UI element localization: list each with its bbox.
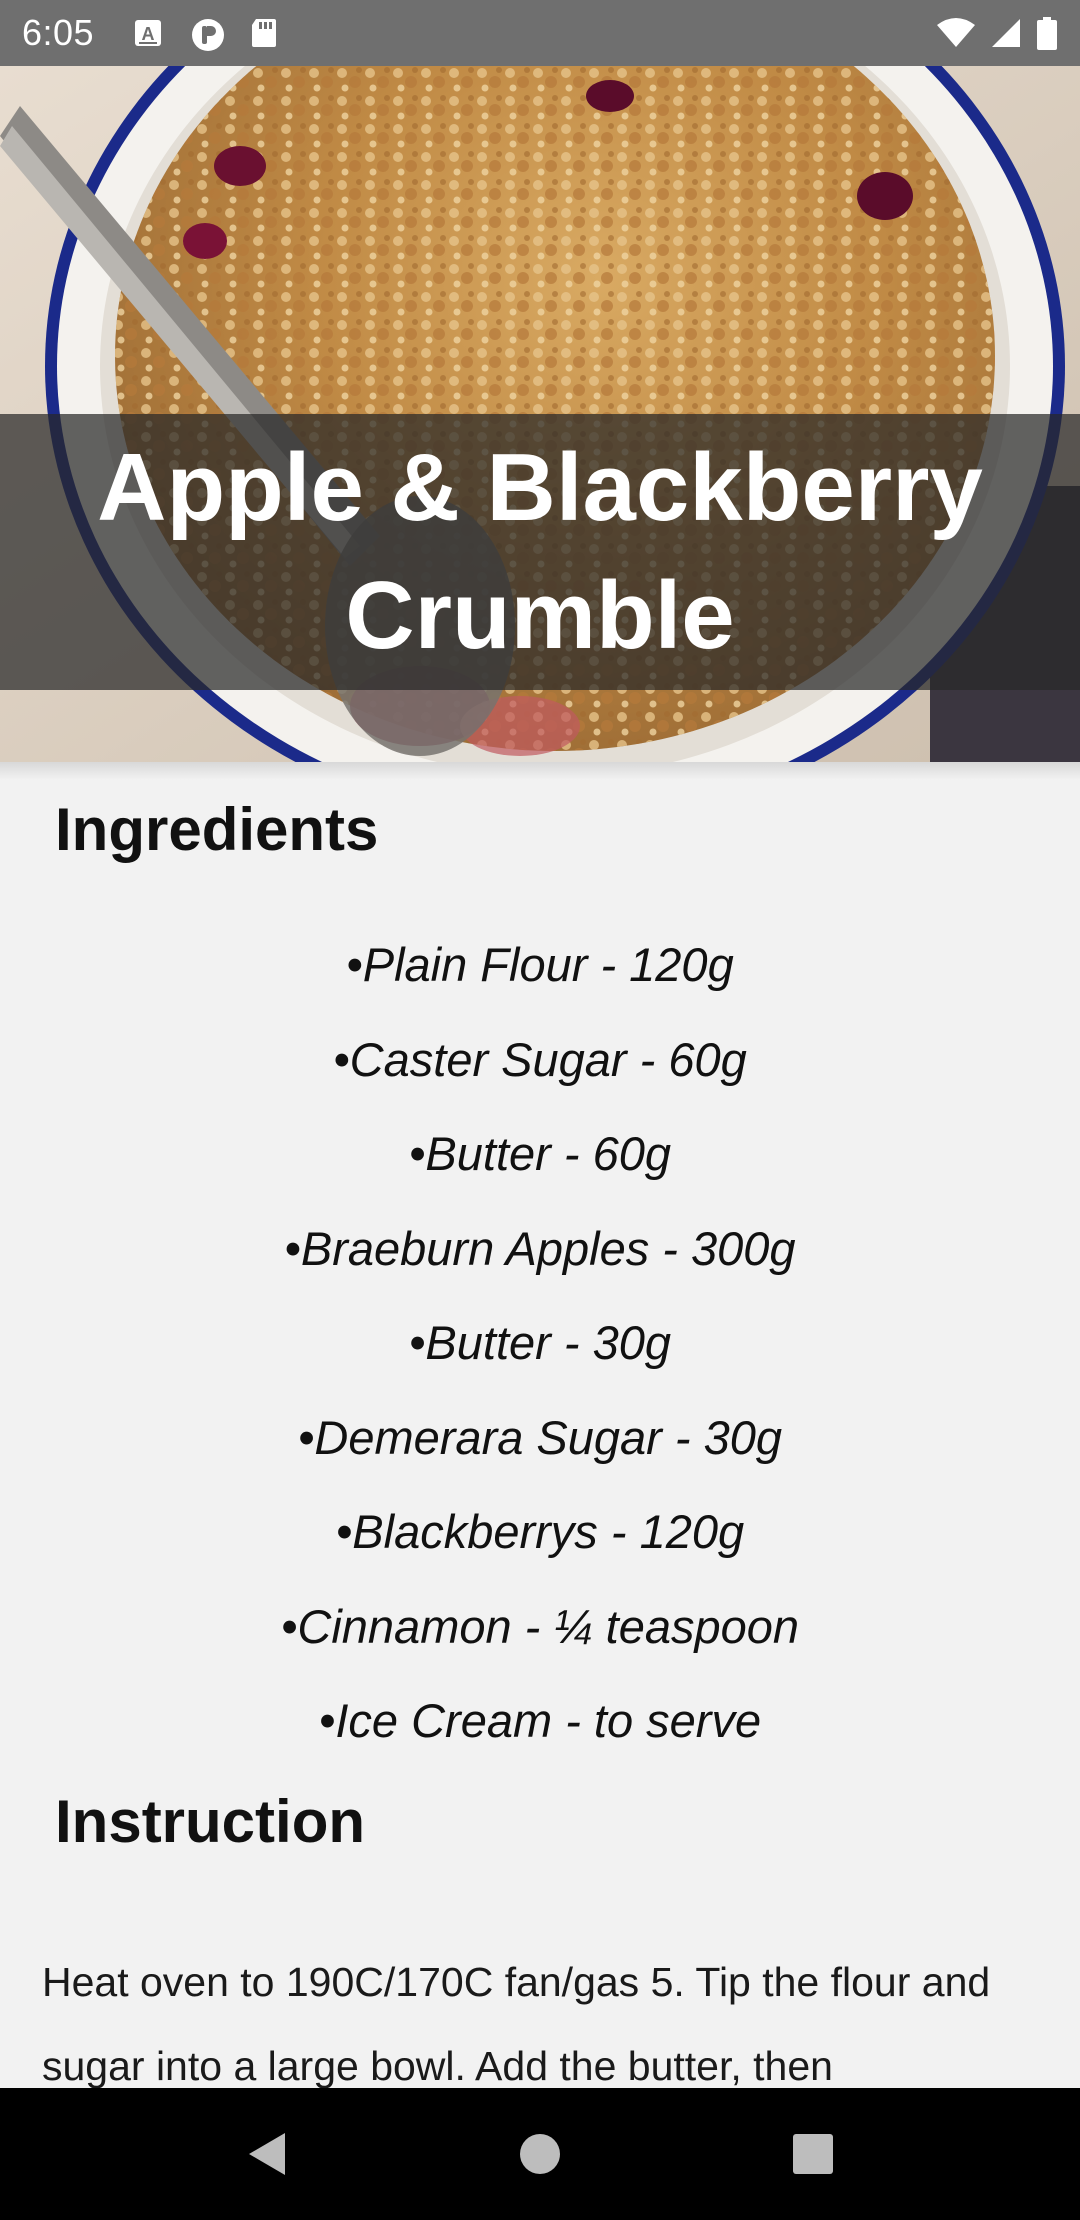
status-notification-icons: A [132,17,280,51]
ingredient-item: •Cinnamon - ¼ teaspoon [280,1599,800,1653]
ingredient-item: •Ice Cream - to serve [318,1694,762,1747]
recipe-screen: 6:05 A Apple & Blackberry Crumble Ingred… [0,0,1080,2220]
ingredient-item: •Butter - 60g [408,1127,672,1180]
ingredient-item: •Blackberrys - 120g [335,1505,745,1558]
instruction-text: Heat oven to 190C/170C fan/gas 5. Tip th… [42,1959,991,2089]
svg-text:A: A [142,24,155,44]
recipe-hero-image: Apple & Blackberry Crumble [0,66,1080,762]
sd-card-icon [248,17,280,49]
recents-button[interactable] [768,2109,858,2199]
ingredient-item: •Plain Flour - 120g [346,938,734,991]
ingredient-item: •Butter - 30g [408,1316,672,1369]
pocket-app-icon [190,17,225,51]
navigation-bar [0,2088,1080,2220]
status-time: 6:05 [22,12,95,53]
instruction-heading: Instruction [55,1788,365,1855]
recipe-title-banner: Apple & Blackberry Crumble [0,414,1080,690]
home-button[interactable] [495,2109,585,2199]
back-button[interactable] [222,2109,312,2199]
accessibility-a-icon: A [132,17,164,49]
wifi-icon [936,17,976,49]
home-icon [519,2134,560,2174]
recents-icon [793,2134,834,2174]
hero-shadow [0,762,1080,780]
ingredient-item: •Caster Sugar - 60g [333,1032,747,1086]
ingredient-item: •Braeburn Apples - 300g [284,1221,796,1275]
status-bar: 6:05 A [0,0,1080,66]
ingredients-heading: Ingredients [55,796,379,863]
cell-signal-icon [990,17,1022,49]
recipe-title: Apple & Blackberry Crumble [97,434,983,669]
ingredient-item: •Demerara Sugar - 30g [297,1410,783,1464]
battery-icon [1036,17,1058,50]
back-icon [248,2133,285,2175]
ingredients-list: •Plain Flour - 120g •Caster Sugar - 60g … [0,918,1080,1769]
status-system-icons [936,17,1058,50]
